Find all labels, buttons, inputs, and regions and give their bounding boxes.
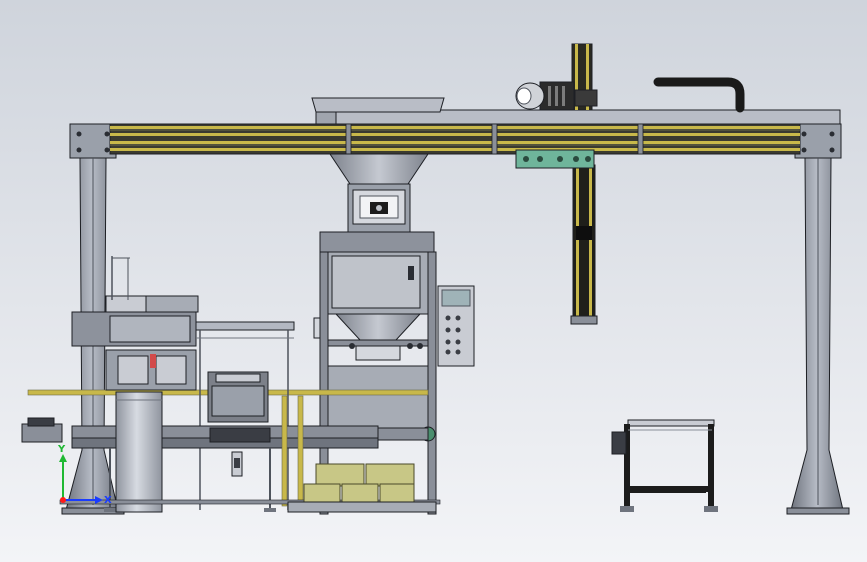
carriage-plate	[515, 149, 595, 169]
y-axis-label: Y	[57, 444, 66, 455]
main-beam	[109, 123, 801, 155]
cad-viewport[interactable]: Y X Z	[0, 0, 867, 562]
storage-tank	[115, 391, 163, 513]
packaging-line-drawing: Y X Z	[0, 0, 867, 562]
x-axis-label: X	[104, 495, 112, 506]
control-panel	[437, 285, 475, 367]
